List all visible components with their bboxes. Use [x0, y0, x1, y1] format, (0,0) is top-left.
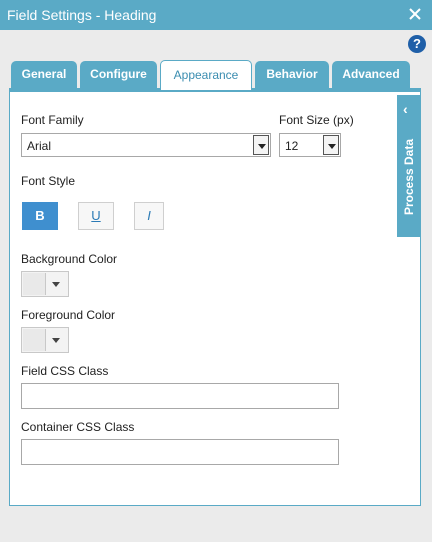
tab-behavior[interactable]: Behavior	[255, 61, 329, 89]
font-family-label: Font Family	[21, 113, 84, 127]
background-color-picker[interactable]	[21, 271, 69, 297]
tab-appearance[interactable]: Appearance	[160, 60, 252, 90]
container-css-class-input[interactable]	[21, 439, 339, 465]
font-family-select[interactable]: Arial	[21, 133, 271, 157]
process-data-label: Process Data	[402, 138, 416, 216]
tab-configure[interactable]: Configure	[80, 61, 157, 89]
foreground-color-swatch	[23, 329, 46, 351]
window-title: Field Settings - Heading	[7, 7, 157, 23]
help-icon[interactable]: ?	[408, 35, 426, 53]
title-bar: Field Settings - Heading	[0, 0, 432, 30]
font-family-dropdown-arrow-icon[interactable]	[253, 135, 269, 155]
font-family-value: Arial	[27, 139, 52, 153]
underline-button[interactable]: U	[78, 202, 114, 230]
field-css-class-label: Field CSS Class	[21, 364, 109, 378]
font-size-label: Font Size (px)	[279, 113, 354, 127]
foreground-color-label: Foreground Color	[21, 308, 116, 322]
font-style-label: Font Style	[21, 174, 76, 188]
font-size-dropdown-arrow-icon[interactable]	[323, 135, 339, 155]
tab-general[interactable]: General	[11, 61, 77, 89]
background-color-label: Background Color	[21, 252, 118, 266]
bold-button[interactable]: B	[22, 202, 58, 230]
field-css-class-input[interactable]	[21, 383, 339, 409]
background-color-dropdown-arrow-icon[interactable]	[52, 282, 60, 287]
background-color-swatch	[23, 273, 46, 295]
tab-advanced[interactable]: Advanced	[332, 61, 410, 89]
font-size-value: 12	[285, 139, 299, 153]
italic-button[interactable]: I	[134, 202, 164, 230]
container-css-class-label: Container CSS Class	[21, 420, 135, 434]
foreground-color-dropdown-arrow-icon[interactable]	[52, 338, 60, 343]
process-data-tab[interactable]: ‹ Process Data	[397, 95, 421, 237]
foreground-color-picker[interactable]	[21, 327, 69, 353]
close-icon[interactable]	[406, 5, 424, 23]
chevron-left-icon: ‹	[403, 101, 408, 117]
font-size-select[interactable]: 12	[279, 133, 341, 157]
